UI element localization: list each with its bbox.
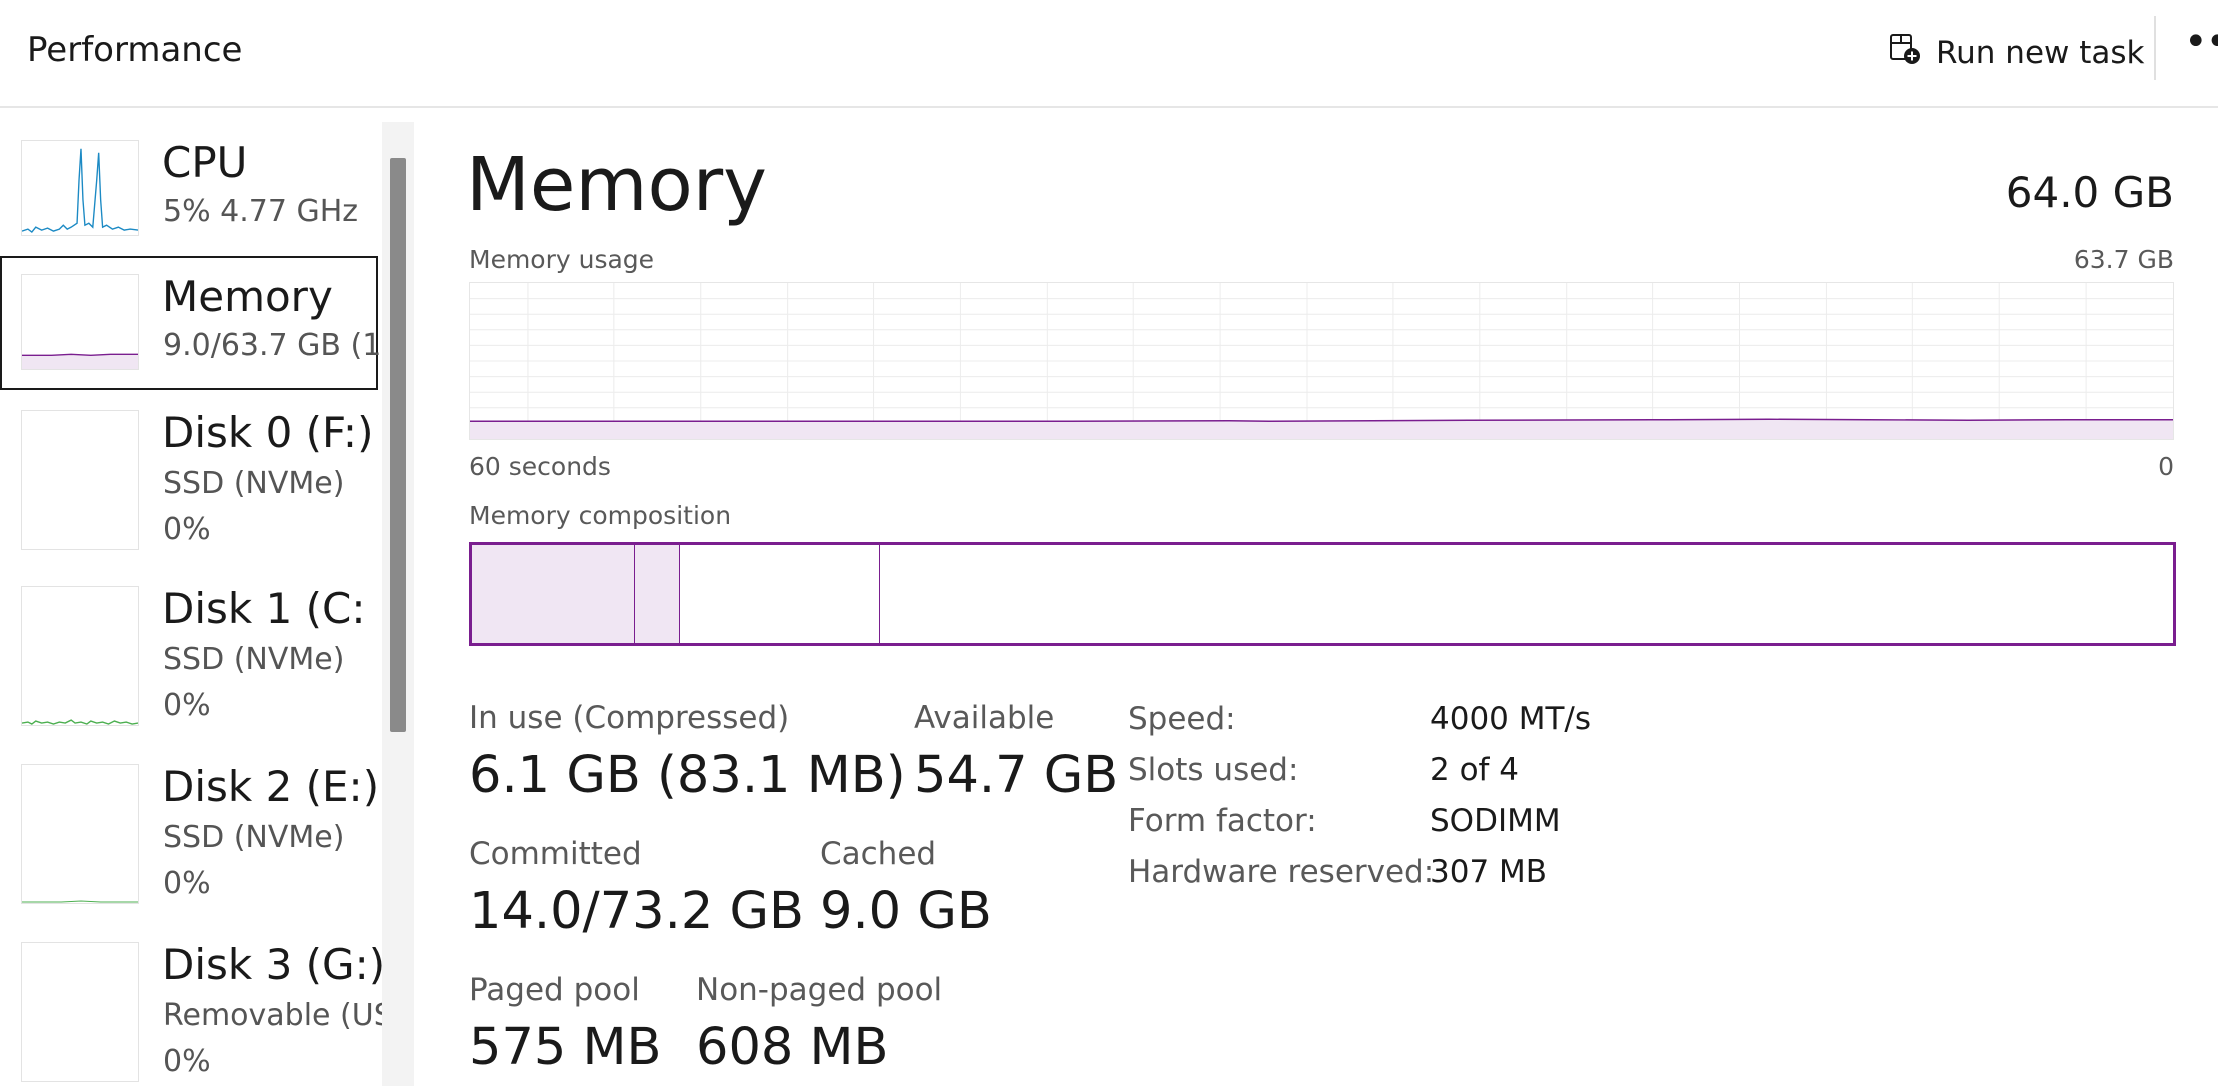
run-new-task-label: Run new task (1936, 35, 2145, 71)
disk-thumbnail-graph (21, 942, 139, 1082)
available-value: 54.7 GB (914, 746, 1119, 805)
sidebar-item-cpu[interactable]: CPU 5% 4.77 GHz (0, 122, 378, 256)
memory-usage-max: 63.7 GB (2073, 245, 2174, 274)
cpu-thumbnail-graph (21, 140, 139, 236)
in-use-value: 6.1 GB (83.1 MB) (469, 746, 906, 805)
performance-sidebar: CPU 5% 4.77 GHz Memory 9.0/63.7 GB (14%)… (0, 122, 382, 1086)
sidebar-item-detail: Removable (USB) (163, 998, 382, 1033)
composition-in-use[interactable] (472, 545, 636, 643)
run-new-task-button[interactable]: Run new task (1888, 26, 2144, 80)
sidebar-item-name: Disk 3 (G:) (162, 940, 382, 989)
speed-label: Speed: (1128, 701, 1236, 737)
in-use-label: In use (Compressed) (469, 700, 790, 736)
title-bar: Performance Run new task ••• (0, 0, 2218, 108)
sidebar-item-memory[interactable]: Memory 9.0/63.7 GB (14%) (0, 256, 382, 390)
slots-used-value: 2 of 4 (1430, 752, 1520, 788)
committed-value: 14.0/73.2 GB (469, 882, 805, 941)
memory-usage-graph (469, 282, 2174, 440)
sidebar-item-disk-2[interactable]: Disk 2 (E:) SSD (NVMe) 0% (0, 748, 380, 926)
page-title: Performance (27, 30, 243, 70)
composition-standby[interactable] (680, 545, 881, 643)
committed-label: Committed (469, 836, 642, 872)
sidebar-item-usage: 0% (163, 688, 211, 723)
sidebar-item-disk-0[interactable]: Disk 0 (F:) SSD (NVMe) 0% (0, 390, 378, 550)
disk-thumbnail-graph (21, 764, 139, 904)
non-paged-pool-value: 608 MB (696, 1018, 889, 1077)
memory-thumbnail-graph (21, 274, 139, 370)
sidebar-scrollbar-thumb[interactable] (390, 158, 406, 732)
disk-thumbnail-graph (21, 410, 139, 550)
sidebar-item-detail: SSD (NVMe) (163, 466, 345, 501)
sidebar-item-disk-3[interactable]: Disk 3 (G:) Removable (USB) 0% (0, 926, 382, 1086)
sidebar-item-detail: 5% 4.77 GHz (163, 194, 359, 229)
memory-usage-label: Memory usage (469, 245, 655, 274)
sidebar-item-name: Disk 2 (E:) (162, 762, 380, 811)
hardware-reserved-label: Hardware reserved: (1128, 854, 1435, 890)
cached-value: 9.0 GB (820, 882, 992, 941)
cached-label: Cached (820, 836, 937, 872)
form-factor-label: Form factor: (1128, 803, 1317, 839)
memory-composition-bar[interactable] (469, 542, 2176, 646)
sidebar-item-usage: 0% (163, 1044, 211, 1079)
composition-free[interactable] (880, 545, 2173, 643)
sidebar-item-detail: SSD (NVMe) (163, 820, 345, 855)
form-factor-value: SODIMM (1430, 803, 1561, 839)
memory-composition-label: Memory composition (469, 501, 732, 530)
more-horizontal-icon[interactable]: ••• (2184, 12, 2218, 72)
sidebar-item-usage: 0% (163, 866, 211, 901)
time-axis-end: 0 (2158, 452, 2174, 481)
sidebar-item-disk-1[interactable]: Disk 1 (C: D:) SSD (NVMe) 0% (0, 570, 382, 748)
available-label: Available (914, 700, 1055, 736)
sidebar-item-name: Disk 0 (F:) (162, 408, 374, 457)
sidebar-item-name: Disk 1 (C: D:) (162, 584, 382, 633)
hardware-reserved-value: 307 MB (1430, 854, 1548, 890)
non-paged-pool-label: Non-paged pool (696, 972, 943, 1008)
disk-thumbnail-graph (21, 586, 139, 726)
sidebar-item-detail: 9.0/63.7 GB (14%) (163, 328, 382, 363)
sidebar-item-detail: SSD (NVMe) (163, 642, 345, 677)
paged-pool-value: 575 MB (469, 1018, 662, 1077)
resource-title: Memory (466, 142, 767, 228)
composition-modified[interactable] (635, 545, 681, 643)
total-memory: 64.0 GB (2005, 168, 2174, 217)
run-new-task-icon (1888, 32, 1922, 74)
toolbar-divider (2154, 16, 2156, 80)
sidebar-item-usage: 0% (163, 512, 211, 547)
speed-value: 4000 MT/s (1430, 701, 1592, 737)
sidebar-item-name: CPU (162, 138, 248, 187)
sidebar-item-name: Memory (162, 272, 333, 321)
paged-pool-label: Paged pool (469, 972, 640, 1008)
slots-used-label: Slots used: (1128, 752, 1299, 788)
time-axis-start: 60 seconds (469, 452, 611, 481)
